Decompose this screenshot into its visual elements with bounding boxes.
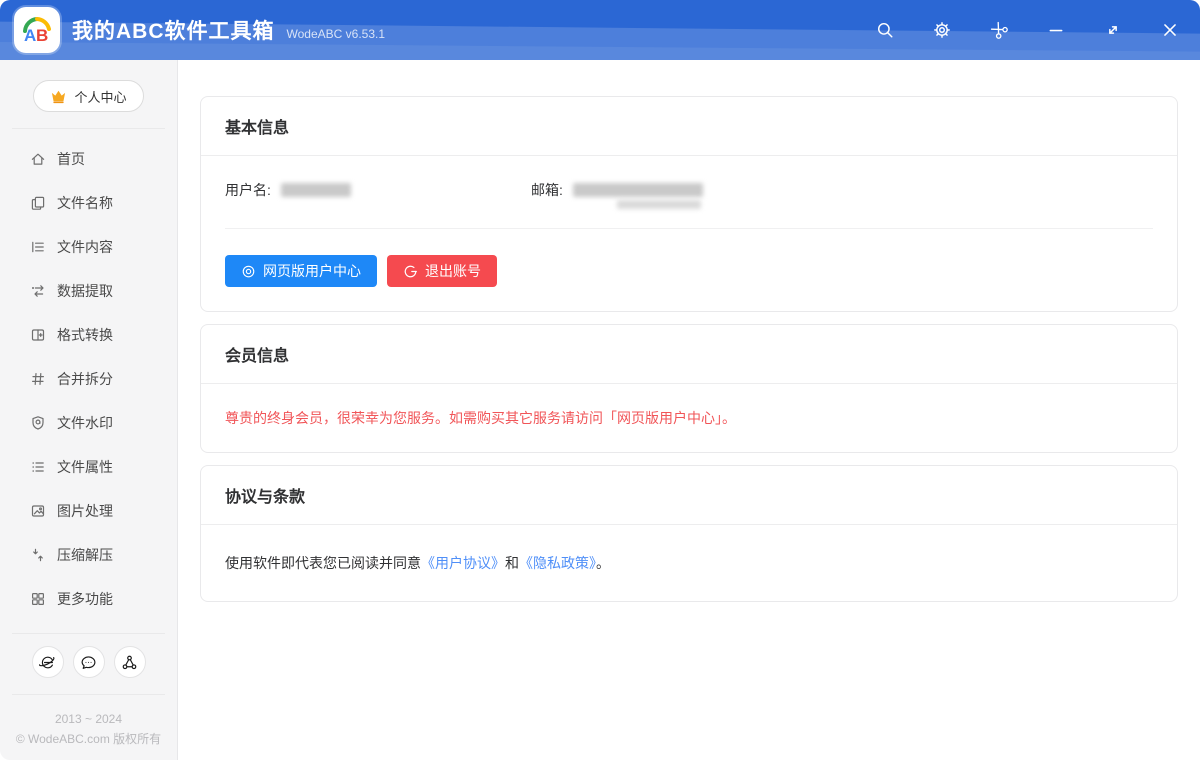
basic-info-title: 基本信息 [225,120,289,137]
sidebar-divider [12,694,165,695]
member-info-header: 会员信息 [201,325,1177,384]
copyright-years: 2013 ~ 2024 [0,709,177,729]
sidebar-divider [12,633,165,634]
sidebar-item-data-extract[interactable]: 数据提取 [0,269,177,313]
sidebar-item-label: 文件水印 [57,413,113,433]
basic-info-card: 基本信息 用户名: 邮箱: [200,96,1178,312]
email-label: 邮箱: [531,180,563,200]
app-version: WodeABC v6.53.1 [287,27,386,41]
terms-conjunction: 和 [505,555,519,571]
sidebar-item-compress[interactable]: 压缩解压 [0,533,177,577]
sidebar-item-label: 压缩解压 [57,545,113,565]
username-redacted [281,183,351,197]
more-grid-icon [30,591,46,607]
sidebar-item-watermark[interactable]: 文件水印 [0,401,177,445]
app-logo: A B [14,7,60,53]
sidebar-item-label: 文件内容 [57,237,113,257]
copyright-text: © WodeABC.com 版权所有 [0,729,177,749]
privacy-policy-link[interactable]: 《隐私政策》 [519,555,596,571]
sidebar-item-label: 图片处理 [57,501,113,521]
basic-info-header: 基本信息 [201,97,1177,156]
sidebar-item-home[interactable]: 首页 [0,137,177,181]
email-redacted [573,183,703,197]
format-convert-icon [30,327,46,343]
titlebar-controls [875,20,1200,40]
app-logo-graphic: A B [17,10,57,50]
email-redacted-2 [617,200,701,209]
file-content-icon [30,239,46,255]
file-properties-icon [30,459,46,475]
app-window: A B 我的ABC软件工具箱 WodeABC v6.53.1 [0,0,1200,760]
sidebar-item-label: 首页 [57,149,85,169]
ie-browser-icon[interactable] [32,646,64,678]
chat-bubble-icon[interactable] [73,646,105,678]
image-process-icon [30,503,46,519]
member-info-card: 会员信息 尊贵的终身会员，很荣幸为您服务。如需购买其它服务请访问「网页版用户中心… [200,324,1178,453]
terms-prefix: 使用软件即代表您已阅读并同意 [225,555,421,571]
sidebar-nav: 首页 文件名称 文件内容 [0,137,177,621]
settings-gear-icon[interactable] [932,20,952,40]
account-info-row: 用户名: 邮箱: [225,180,1153,200]
sidebar-item-merge-split[interactable]: 合并拆分 [0,357,177,401]
scissors-icon[interactable] [989,20,1009,40]
share-network-icon[interactable] [114,646,146,678]
sidebar-quick-links [0,646,177,678]
search-icon[interactable] [875,20,895,40]
sidebar-item-file-properties[interactable]: 文件属性 [0,445,177,489]
sidebar-item-label: 文件属性 [57,457,113,477]
data-extract-icon [30,283,46,299]
titlebar: A B 我的ABC软件工具箱 WodeABC v6.53.1 [0,0,1200,60]
sidebar-item-more[interactable]: 更多功能 [0,577,177,621]
terms-title: 协议与条款 [225,489,305,506]
svg-text:B: B [36,26,48,45]
member-info-title: 会员信息 [225,348,289,365]
merge-split-icon [30,371,46,387]
sidebar-footer: 2013 ~ 2024 © WodeABC.com 版权所有 [0,709,177,759]
username-label: 用户名: [225,180,271,200]
resize-icon[interactable] [1103,20,1123,40]
watermark-icon [30,415,46,431]
sidebar-item-label: 更多功能 [57,589,113,609]
home-icon [30,151,46,167]
sidebar: 个人中心 首页 文件名称 [0,60,178,760]
terms-header: 协议与条款 [201,466,1177,525]
sidebar-divider [12,128,165,129]
sidebar-item-image-process[interactable]: 图片处理 [0,489,177,533]
sidebar-item-label: 文件名称 [57,193,113,213]
logout-label: 退出账号 [425,261,481,281]
svg-text:A: A [24,26,36,45]
app-title: 我的ABC软件工具箱 [72,15,275,45]
web-user-center-button[interactable]: 网页版用户中心 [225,255,377,287]
sidebar-item-file-content[interactable]: 文件内容 [0,225,177,269]
close-icon[interactable] [1160,20,1180,40]
terms-card: 协议与条款 使用软件即代表您已阅读并同意《用户协议》和《隐私政策》。 [200,465,1178,602]
member-status-message: 尊贵的终身会员，很荣幸为您服务。如需购买其它服务请访问「网页版用户中心」。 [225,408,1153,428]
card-inner-divider [225,228,1153,229]
file-name-icon [30,195,46,211]
personal-center-button[interactable]: 个人中心 [33,80,143,112]
minimize-icon[interactable] [1046,20,1066,40]
terms-suffix: 。 [596,555,610,571]
user-agreement-link[interactable]: 《用户协议》 [421,555,505,571]
sidebar-item-label: 格式转换 [57,325,113,345]
user-center-target-icon [241,264,256,279]
logout-button[interactable]: 退出账号 [387,255,497,287]
sidebar-item-format-convert[interactable]: 格式转换 [0,313,177,357]
logout-icon [403,264,418,279]
personal-center-label: 个人中心 [74,87,126,106]
sidebar-item-label: 数据提取 [57,281,113,301]
compress-icon [30,547,46,563]
crown-icon [50,88,67,105]
terms-statement: 使用软件即代表您已阅读并同意《用户协议》和《隐私政策》。 [225,553,1153,573]
web-user-center-label: 网页版用户中心 [263,261,361,281]
main-content: 基本信息 用户名: 邮箱: [178,60,1200,760]
sidebar-item-file-name[interactable]: 文件名称 [0,181,177,225]
sidebar-item-label: 合并拆分 [57,369,113,389]
